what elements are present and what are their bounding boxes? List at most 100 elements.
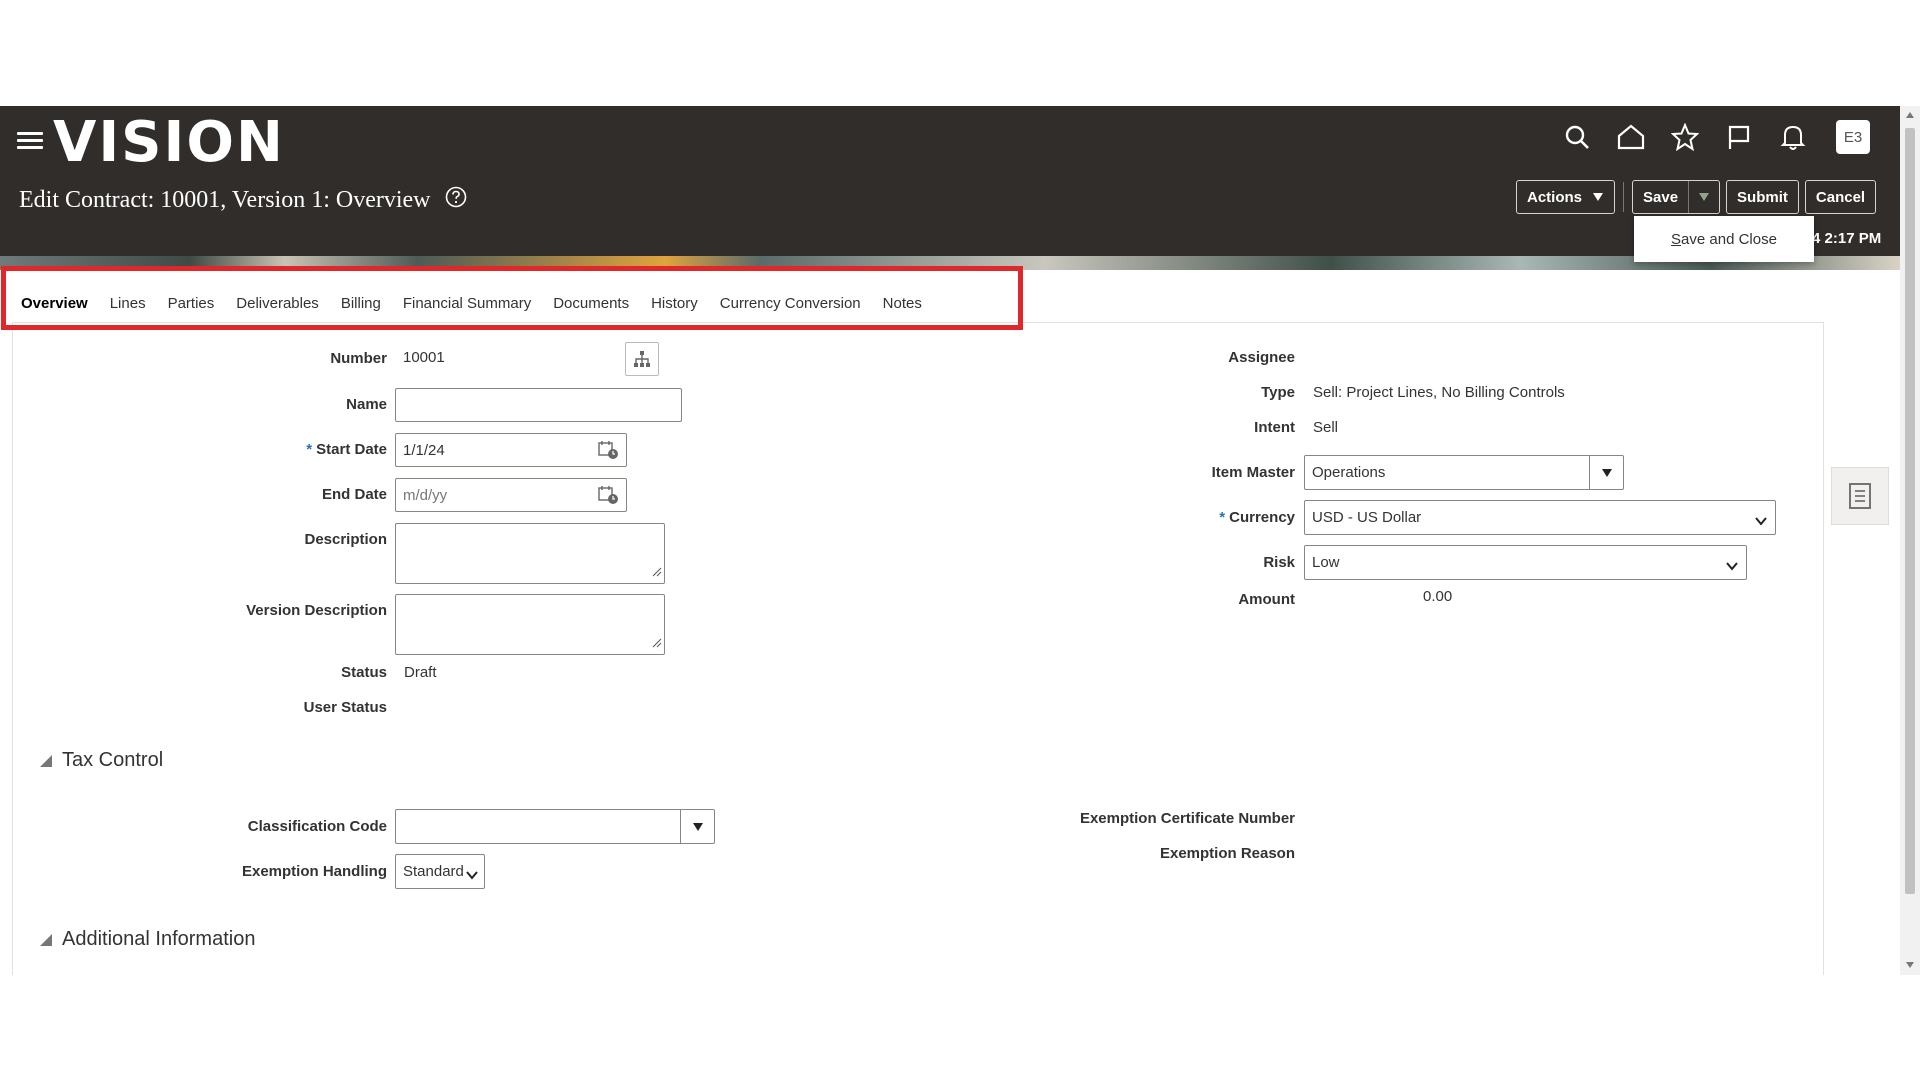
caret-down-icon — [1601, 468, 1612, 477]
number-label: Number — [330, 350, 387, 367]
actions-button[interactable]: Actions — [1516, 180, 1615, 214]
end-date-placeholder: m/d/yy — [403, 486, 448, 504]
name-label: Name — [346, 396, 387, 413]
classification-code-label: Classification Code — [247, 818, 387, 835]
currency-label-text: Currency — [1229, 509, 1295, 526]
type-label: Type — [1261, 384, 1295, 401]
intent-label: Intent — [1254, 419, 1295, 436]
tax-control-header[interactable]: Tax Control — [40, 749, 163, 772]
caret-down-icon — [692, 822, 703, 831]
additional-information-title: Additional Information — [62, 928, 256, 950]
required-mark: * — [1219, 509, 1226, 526]
save-and-close-menu-item[interactable]: Save and Close — [1634, 216, 1814, 262]
hierarchy-button[interactable] — [625, 342, 659, 376]
hamburger-menu-icon[interactable] — [17, 128, 43, 154]
scroll-down-arrow-icon[interactable] — [1906, 962, 1914, 968]
assignee-label: Assignee — [1228, 349, 1295, 366]
scroll-up-arrow-icon[interactable] — [1906, 112, 1914, 118]
status-label: Status — [341, 664, 387, 681]
start-date-label: * Start Date — [200, 441, 387, 458]
exemption-handling-value: Standard — [403, 863, 464, 880]
version-description-textarea[interactable] — [395, 594, 665, 655]
resize-handle-icon[interactable] — [652, 635, 662, 652]
amount-label: Amount — [1238, 591, 1295, 608]
number-value: 10001 — [403, 349, 445, 366]
end-date-input[interactable]: m/d/yy — [395, 478, 627, 512]
collapse-triangle-icon[interactable] — [40, 933, 52, 946]
scrollbar-thumb[interactable] — [1905, 128, 1915, 894]
name-input[interactable] — [395, 388, 682, 422]
currency-label: * Currency — [1100, 509, 1295, 526]
resize-handle-icon[interactable] — [652, 564, 662, 581]
chevron-down-icon — [1755, 513, 1767, 530]
divider — [1623, 182, 1624, 212]
calendar-icon[interactable] — [598, 485, 620, 509]
vertical-scrollbar[interactable] — [1900, 106, 1920, 975]
exemption-handling-label: Exemption Handling — [241, 863, 387, 880]
side-panel-button[interactable] — [1831, 467, 1889, 525]
calendar-icon[interactable] — [598, 440, 620, 464]
page-title: Edit Contract: 10001, Version 1: Overvie… — [19, 184, 467, 217]
status-value: Draft — [404, 664, 437, 681]
start-date-label-text: Start Date — [316, 441, 387, 458]
save-and-close-rest: ave and Close — [1681, 230, 1777, 248]
header-icons: E3 — [1560, 120, 1870, 154]
description-label: Description — [304, 531, 387, 548]
currency-value: USD - US Dollar — [1312, 509, 1422, 526]
save-button[interactable]: Save — [1633, 181, 1688, 213]
chevron-down-icon — [1726, 558, 1738, 575]
item-master-label: Item Master — [1211, 464, 1295, 481]
caret-down-icon — [1592, 189, 1604, 206]
save-and-close-label: Save and Close — [1671, 231, 1777, 248]
version-description-label: Version Description — [246, 602, 387, 619]
classification-code-input[interactable] — [395, 809, 715, 844]
accelerator-letter: S — [1671, 230, 1682, 248]
page-title-text: Edit Contract: 10001, Version 1: Overvie… — [19, 187, 431, 213]
item-master-input[interactable]: Operations — [1304, 455, 1624, 490]
risk-label: Risk — [1263, 554, 1295, 571]
actions-label: Actions — [1527, 188, 1583, 206]
item-master-dropdown-button[interactable] — [1589, 456, 1623, 489]
avatar[interactable]: E3 — [1836, 120, 1870, 154]
bell-icon[interactable] — [1776, 120, 1810, 154]
amount-value: 0.00 — [1423, 588, 1453, 605]
classification-code-dropdown-button[interactable] — [680, 810, 714, 843]
intent-value: Sell — [1313, 419, 1339, 436]
cancel-button[interactable]: Cancel — [1804, 180, 1877, 214]
time-value: 2:17 PM — [1824, 230, 1882, 247]
risk-select[interactable]: Low — [1304, 545, 1747, 580]
start-date-input[interactable]: 1/1/24 — [395, 433, 627, 467]
last-saved-time: 4 2:17 PM — [1812, 230, 1881, 247]
help-icon[interactable] — [445, 185, 467, 217]
hierarchy-icon — [634, 351, 650, 367]
start-date-value: 1/1/24 — [403, 441, 445, 459]
exemption-certificate-label: Exemption Certificate Number — [1079, 810, 1295, 827]
additional-information-header[interactable]: Additional Information — [40, 928, 255, 951]
search-icon[interactable] — [1560, 120, 1594, 154]
chevron-down-icon — [466, 867, 478, 884]
required-mark: * — [306, 441, 313, 458]
vision-logo[interactable]: VISION — [53, 108, 285, 178]
app-window: VISION E3 Edit Contract: 10001, Version … — [0, 106, 1920, 975]
home-icon[interactable] — [1614, 120, 1648, 154]
submit-button[interactable]: Submit — [1726, 180, 1799, 214]
description-textarea[interactable] — [395, 523, 665, 584]
type-value: Sell: Project Lines, No Billing Controls — [1313, 384, 1565, 401]
flag-icon[interactable] — [1722, 120, 1756, 154]
risk-value: Low — [1312, 554, 1340, 571]
save-menu-toggle[interactable] — [1688, 181, 1719, 213]
tabs-highlight-box — [1, 266, 1023, 330]
currency-select[interactable]: USD - US Dollar — [1304, 500, 1776, 535]
star-icon[interactable] — [1668, 120, 1702, 154]
user-status-label: User Status — [303, 699, 387, 716]
exemption-reason-label: Exemption Reason — [1159, 845, 1295, 862]
collapse-triangle-icon[interactable] — [40, 754, 52, 767]
page-buttons: Actions Save Submit Cancel — [1516, 180, 1877, 214]
end-date-label: End Date — [321, 486, 387, 503]
tax-control-title: Tax Control — [62, 749, 164, 771]
item-master-value: Operations — [1312, 464, 1386, 481]
document-icon — [1849, 483, 1871, 509]
exemption-handling-select[interactable]: Standard — [395, 854, 485, 889]
save-button-group: Save — [1632, 180, 1721, 214]
global-header: VISION E3 Edit Contract: 10001, Version … — [0, 106, 1900, 256]
